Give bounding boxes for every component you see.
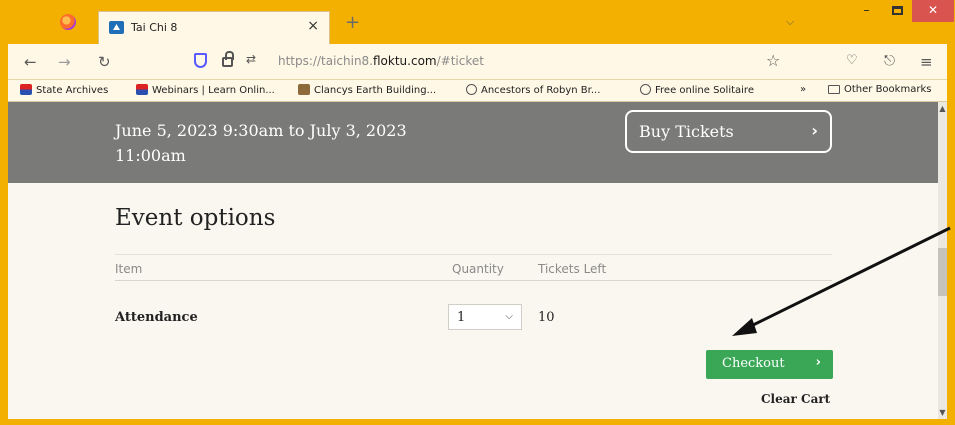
- buy-tickets-button[interactable]: Buy Tickets ›: [625, 110, 832, 153]
- folder-icon: [828, 85, 840, 94]
- title-bar: Tai Chi 8 × + ⌵ – ✕: [0, 0, 955, 44]
- close-window-button[interactable]: ✕: [912, 0, 954, 22]
- scrollbar-thumb[interactable]: [938, 248, 947, 296]
- browser-window: Tai Chi 8 × + ⌵ – ✕ ← → ↻ ⇄ https://taic…: [0, 0, 955, 425]
- quantity-select[interactable]: 1 ⌵: [448, 304, 522, 330]
- event-banner: June 5, 2023 9:30am to July 3, 2023 11:0…: [8, 102, 938, 183]
- menu-icon[interactable]: ≡: [920, 53, 933, 71]
- tab-title: Tai Chi 8: [131, 21, 178, 34]
- bookmark-other[interactable]: Other Bookmarks: [828, 84, 931, 95]
- bookmark-star-icon[interactable]: ☆: [766, 51, 780, 70]
- maximize-button[interactable]: [883, 0, 912, 22]
- chevron-right-icon: ›: [815, 355, 821, 370]
- firefox-logo-icon: [60, 14, 76, 30]
- divider: [115, 280, 832, 281]
- checkout-button[interactable]: Checkout ›: [706, 350, 833, 379]
- url-text[interactable]: https://taichin8.floktu.com/#ticket: [278, 54, 484, 68]
- permissions-icon[interactable]: ⇄: [246, 52, 256, 66]
- column-header-tickets-left: Tickets Left: [538, 262, 607, 276]
- nav-bar: ← → ↻ ⇄ https://taichin8.floktu.com/#tic…: [8, 44, 947, 80]
- tickets-left-value: 10: [538, 310, 555, 325]
- new-tab-button[interactable]: +: [345, 12, 360, 33]
- chevron-down-icon: ⌵: [505, 311, 513, 322]
- site-favicon-icon: [109, 21, 124, 34]
- url-bar[interactable]: ⇄ https://taichin8.floktu.com/#ticket ☆: [184, 49, 800, 75]
- chevron-right-icon: ›: [811, 121, 818, 140]
- forward-arrow-icon[interactable]: →: [58, 53, 71, 71]
- event-date-line2: 11:00am: [115, 146, 186, 165]
- scroll-down-icon[interactable]: ▼: [938, 408, 947, 417]
- bookmark-state-archives[interactable]: State Archives: [20, 84, 108, 96]
- list-tabs-chevron-icon[interactable]: ⌵: [786, 15, 794, 29]
- buy-tickets-label: Buy Tickets: [639, 122, 734, 141]
- clear-cart-link[interactable]: Clear Cart: [761, 392, 830, 406]
- nsw-icon: [136, 84, 148, 95]
- back-arrow-icon[interactable]: ←: [24, 53, 37, 71]
- checkout-label: Checkout: [722, 356, 785, 371]
- table-row-item: Attendance: [115, 310, 198, 325]
- column-header-quantity: Quantity: [452, 262, 504, 276]
- page-title: Event options: [115, 205, 276, 231]
- bookmarks-overflow-icon[interactable]: »: [800, 84, 806, 95]
- pocket-icon[interactable]: ♡: [846, 53, 858, 68]
- bookmark-clancys[interactable]: Clancys Earth Building...: [298, 84, 436, 96]
- page-content: June 5, 2023 9:30am to July 3, 2023 11:0…: [8, 102, 938, 419]
- globe-icon: [640, 84, 651, 95]
- scroll-up-icon[interactable]: ▲: [938, 104, 947, 113]
- event-date-line1: June 5, 2023 9:30am to July 3, 2023: [115, 121, 407, 140]
- column-header-item: Item: [115, 262, 143, 276]
- bookmark-ancestors[interactable]: Ancestors of Robyn Br...: [466, 84, 600, 96]
- tab-tai-chi[interactable]: Tai Chi 8 ×: [98, 11, 330, 44]
- maximize-icon: [892, 6, 903, 15]
- quantity-value: 1: [457, 310, 466, 325]
- minimize-button[interactable]: –: [852, 0, 881, 22]
- share-icon[interactable]: ⎋: [884, 53, 895, 69]
- clancys-icon: [298, 84, 310, 95]
- reload-icon[interactable]: ↻: [98, 53, 111, 71]
- lock-icon[interactable]: [222, 51, 234, 67]
- nsw-icon: [20, 84, 32, 95]
- tracking-shield-icon[interactable]: [194, 53, 207, 68]
- bookmark-solitaire[interactable]: Free online Solitaire: [640, 84, 754, 96]
- bookmarks-bar: State Archives Webinars | Learn Onlin...…: [8, 80, 947, 102]
- globe-icon: [466, 84, 477, 95]
- tab-close-icon[interactable]: ×: [307, 18, 319, 34]
- divider: [115, 254, 832, 255]
- bookmark-webinars[interactable]: Webinars | Learn Onlin...: [136, 84, 275, 96]
- page-scrollbar[interactable]: ▲ ▼: [938, 102, 947, 419]
